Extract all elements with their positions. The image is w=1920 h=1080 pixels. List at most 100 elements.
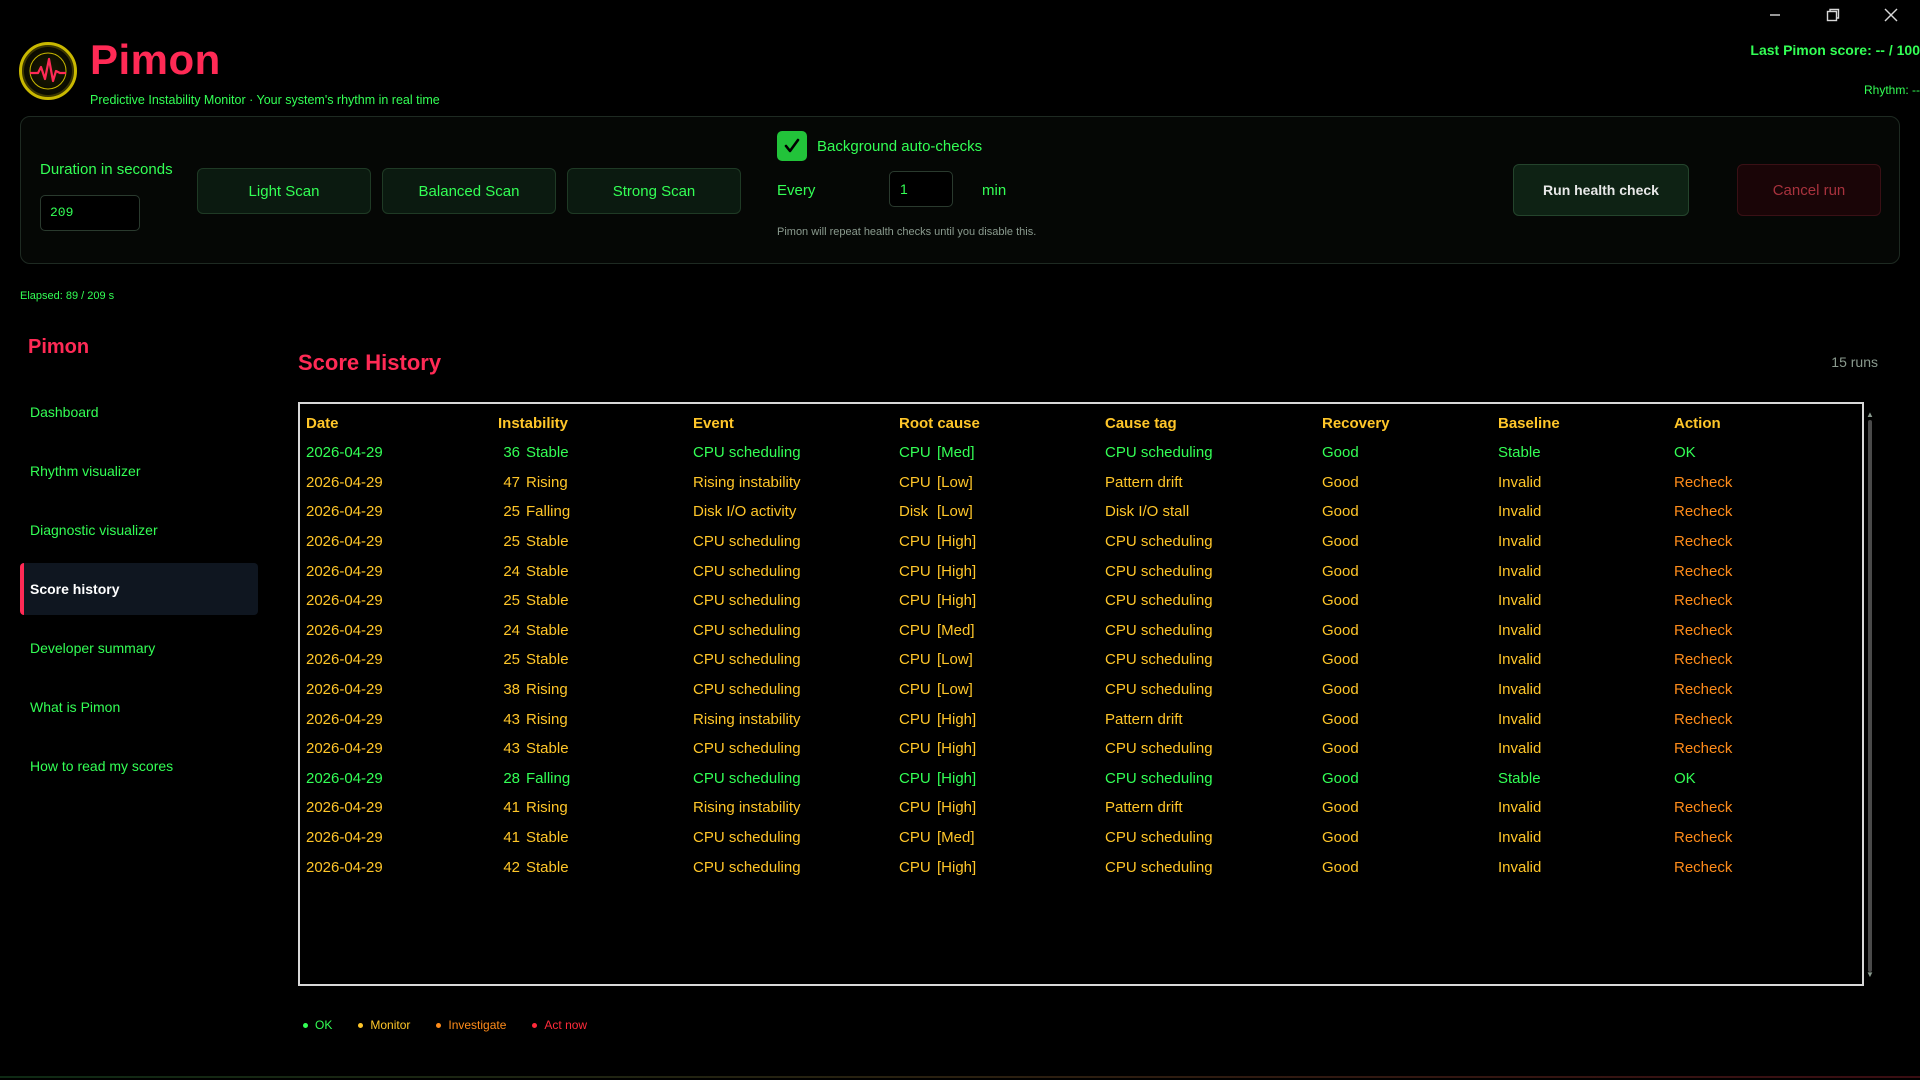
instability-trend: Stable [526, 740, 569, 758]
instability-trend: Rising [526, 681, 568, 699]
root-cause-level: [High] [937, 799, 977, 817]
legend-item: Investigate [436, 1018, 506, 1032]
table-row[interactable]: 2026-04-29 24 Stable CPU scheduling CPU [High… [300, 556, 1862, 586]
cell-date: 2026-04-29 [306, 651, 383, 669]
column-header-baseline[interactable]: Baseline [1492, 404, 1668, 438]
column-header-root-cause[interactable]: Root cause [893, 404, 1099, 438]
legend-item: Monitor [358, 1018, 410, 1032]
table-row[interactable]: 2026-04-29 43 Stable CPU scheduling CPU [High… [300, 734, 1862, 764]
cell-instability: 36 Stable [492, 438, 687, 468]
cell-instability: 43 Rising [492, 704, 687, 734]
cell-event: Disk I/O activity [693, 503, 797, 521]
cancel-run-button[interactable]: Cancel run [1737, 164, 1881, 216]
bottom-divider [0, 1076, 1920, 1078]
light-scan-button[interactable]: Light Scan [197, 168, 371, 214]
column-header-recovery[interactable]: Recovery [1316, 404, 1492, 438]
cell-baseline: Invalid [1498, 562, 1542, 580]
sidebar-item-developer-summary[interactable]: Developer summary [20, 622, 258, 674]
instability-trend: Stable [526, 621, 569, 639]
root-cause-resource: CPU [899, 681, 931, 699]
cell-date: 2026-04-29 [306, 621, 383, 639]
column-header-action[interactable]: Action [1668, 404, 1862, 438]
cell-root-cause: CPU [High] [893, 793, 1099, 823]
cell-recovery: Good [1322, 858, 1359, 876]
root-cause-level: [Med] [937, 621, 975, 639]
instability-trend: Rising [526, 799, 568, 817]
duration-input[interactable]: 209 [40, 195, 140, 231]
table-row[interactable]: 2026-04-29 25 Stable CPU scheduling CPU [High… [300, 527, 1862, 557]
minimize-button[interactable] [1746, 0, 1804, 30]
root-cause-resource: CPU [899, 562, 931, 580]
app-logo [19, 42, 77, 100]
scrollbar-thumb[interactable] [1868, 420, 1872, 972]
column-header-instability[interactable]: Instability [492, 404, 687, 438]
root-cause-level: [Med] [937, 444, 975, 462]
legend-item: OK [303, 1018, 332, 1032]
instability-trend: Falling [526, 503, 571, 521]
table-row[interactable]: 2026-04-29 25 Falling Disk I/O activity Disk… [300, 497, 1862, 527]
column-header-event[interactable]: Event [687, 404, 893, 438]
instability-score: 24 [503, 562, 520, 580]
cell-instability: 42 Stable [492, 852, 687, 882]
cell-instability: 43 Stable [492, 734, 687, 764]
table-row[interactable]: 2026-04-29 42 Stable CPU scheduling CPU [High… [300, 852, 1862, 882]
instability-trend: Stable [526, 533, 569, 551]
cell-instability: 47 Rising [492, 468, 687, 498]
instability-trend: Stable [526, 829, 569, 847]
table-row[interactable]: 2026-04-29 28 Falling CPU scheduling CPU [Hig… [300, 764, 1862, 794]
root-cause-level: [Low] [937, 651, 973, 669]
sidebar-item-dashboard[interactable]: Dashboard [20, 386, 258, 438]
sidebar-item-how-to-read-my-scores[interactable]: How to read my scores [20, 740, 258, 792]
table-row[interactable]: 2026-04-29 25 Stable CPU scheduling CPU [Low]… [300, 645, 1862, 675]
strong-scan-button[interactable]: Strong Scan [567, 168, 741, 214]
table-row[interactable]: 2026-04-29 36 Stable CPU scheduling CPU [Med]… [300, 438, 1862, 468]
background-checks-checkbox[interactable] [777, 131, 807, 161]
balanced-scan-button[interactable]: Balanced Scan [382, 168, 556, 214]
scroll-down-icon[interactable]: ▼ [1866, 970, 1874, 979]
cell-instability: 25 Stable [492, 527, 687, 557]
instability-trend: Rising [526, 473, 568, 491]
interval-input[interactable]: 1 [889, 171, 953, 207]
instability-trend: Rising [526, 710, 568, 728]
instability-trend: Stable [526, 444, 569, 462]
table-row[interactable]: 2026-04-29 41 Stable CPU scheduling CPU [Med]… [300, 823, 1862, 853]
table-row[interactable]: 2026-04-29 24 Stable CPU scheduling CPU [Med]… [300, 616, 1862, 646]
cell-baseline: Invalid [1498, 710, 1542, 728]
instability-trend: Stable [526, 562, 569, 580]
column-header-cause-tag[interactable]: Cause tag [1099, 404, 1316, 438]
root-cause-resource: CPU [899, 621, 931, 639]
instability-score: 47 [503, 473, 520, 491]
run-health-check-button[interactable]: Run health check [1513, 164, 1689, 216]
cell-date: 2026-04-29 [306, 829, 383, 847]
root-cause-resource: CPU [899, 651, 931, 669]
cell-cause-tag: CPU scheduling [1105, 592, 1213, 610]
sidebar-item-diagnostic-visualizer[interactable]: Diagnostic visualizer [20, 504, 258, 556]
cell-baseline: Stable [1498, 444, 1541, 462]
sidebar-item-rhythm-visualizer[interactable]: Rhythm visualizer [20, 445, 258, 497]
cell-action: Recheck [1674, 740, 1733, 758]
instability-score: 28 [503, 769, 520, 787]
restore-button[interactable] [1804, 0, 1862, 30]
table-row[interactable]: 2026-04-29 43 Rising Rising instability CPU [… [300, 704, 1862, 734]
scroll-up-icon[interactable]: ▲ [1866, 410, 1874, 419]
app-subtitle: Predictive Instability Monitor · Your sy… [90, 93, 440, 107]
table-row[interactable]: 2026-04-29 47 Rising Rising instability CPU [… [300, 468, 1862, 498]
instability-score: 43 [503, 740, 520, 758]
table-row[interactable]: 2026-04-29 41 Rising Rising instability CPU [… [300, 793, 1862, 823]
cell-action: Recheck [1674, 503, 1733, 521]
close-button[interactable] [1862, 0, 1920, 30]
cell-recovery: Good [1322, 829, 1359, 847]
sidebar-item-what-is-pimon[interactable]: What is Pimon [20, 681, 258, 733]
root-cause-resource: CPU [899, 533, 931, 551]
cell-event: CPU scheduling [693, 533, 801, 551]
cell-event: CPU scheduling [693, 621, 801, 639]
instability-score: 25 [503, 651, 520, 669]
cell-root-cause: CPU [High] [893, 527, 1099, 557]
instability-score: 41 [503, 799, 520, 817]
table-row[interactable]: 2026-04-29 38 Rising CPU scheduling CPU [Low]… [300, 675, 1862, 705]
column-header-date[interactable]: Date [300, 404, 492, 438]
cell-cause-tag: CPU scheduling [1105, 829, 1213, 847]
table-row[interactable]: 2026-04-29 25 Stable CPU scheduling CPU [High… [300, 586, 1862, 616]
sidebar-item-score-history[interactable]: Score history [20, 563, 258, 615]
checkmark-icon [784, 138, 800, 153]
